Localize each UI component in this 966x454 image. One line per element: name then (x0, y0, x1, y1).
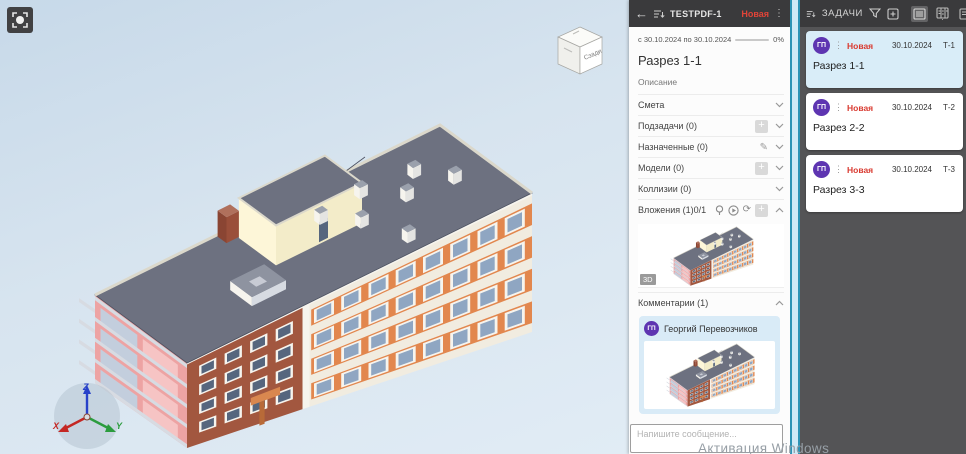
3d-viewport[interactable]: Сзади Z X Y (0, 0, 630, 454)
view-cube[interactable]: Сзади (551, 24, 609, 80)
edit-icon[interactable]: ✎ (760, 142, 768, 153)
status-badge: Новая (741, 9, 769, 19)
task-card-title: Разрез 3-3 (813, 184, 956, 196)
section-models[interactable]: Модели (0) + (638, 157, 784, 178)
section-subtasks[interactable]: Подзадачи (0) + (638, 115, 784, 136)
avatar: ГП (813, 99, 830, 116)
sync-icon[interactable]: ⟳ (743, 205, 751, 215)
comment-item[interactable]: ГП Георгий Перевозчиков (639, 316, 780, 414)
task-detail-title: TESTPDF-1 (670, 9, 722, 19)
attachment-thumbnail[interactable]: 3D (638, 224, 784, 288)
axis-y-label: Y (116, 421, 123, 431)
chevron-up-icon[interactable] (775, 207, 784, 213)
sort-icon[interactable] (806, 9, 816, 19)
section-comments[interactable]: Комментарии (1) (638, 292, 784, 313)
add-model-button[interactable]: + (755, 162, 768, 175)
task-card-1[interactable]: ГП ⋮ Новая 30.10.2024 Т-1 Разрез 1-1 (806, 31, 963, 88)
task-card-title: Разрез 2-2 (813, 122, 956, 134)
fit-view-button[interactable] (7, 7, 33, 33)
task-detail-body: с 30.10.2024 по 30.10.2024 0% Разрез 1-1… (629, 27, 790, 454)
add-task-button[interactable] (887, 8, 899, 20)
task-date: 30.10.2024 (892, 165, 932, 174)
more-menu-button[interactable]: ⋮ (774, 9, 784, 19)
task-date: 30.10.2024 (892, 103, 932, 112)
axis-z-label: Z (82, 382, 89, 392)
pin-location-icon[interactable] (715, 205, 724, 216)
add-attachment-button[interactable]: + (755, 204, 768, 217)
avatar: ГП (644, 321, 659, 336)
task-detail-panel: ← TESTPDF-1 Новая ⋮ с 30.10.2024 по 30.1… (629, 0, 790, 454)
axis-x-label: X (52, 421, 60, 431)
chevron-down-icon[interactable] (775, 144, 784, 150)
card-menu-icon[interactable]: ⋮ (834, 165, 843, 174)
list-view-button[interactable] (911, 6, 928, 22)
status-badge: Новая (847, 103, 873, 113)
chevron-down-icon[interactable] (775, 165, 784, 171)
tasks-header: ЗАДАЧИ (800, 0, 966, 27)
tasks-panel: ЗАДАЧИ ГП ⋮ Новая 30.10.2024 (800, 0, 966, 454)
progress-bar (735, 39, 769, 41)
comment-image[interactable] (644, 341, 775, 409)
chevron-down-icon[interactable] (775, 102, 784, 108)
task-id: Т-1 (943, 41, 955, 50)
focus-icon (11, 11, 29, 29)
board-view-button[interactable] (934, 5, 951, 22)
card-menu-icon[interactable]: ⋮ (834, 103, 843, 112)
sort-icon[interactable] (653, 9, 665, 19)
task-card-3[interactable]: ГП ⋮ Новая 30.10.2024 Т-3 Разрез 3-3 (806, 155, 963, 212)
task-detail-header: ← TESTPDF-1 Новая ⋮ (629, 0, 790, 27)
app-window: Сзади Z X Y ← TESTPDF-1 Новая ⋮ (0, 0, 966, 454)
chevron-down-icon[interactable] (775, 123, 784, 129)
task-id: Т-3 (943, 165, 955, 174)
task-card-title: Разрез 1-1 (813, 60, 956, 72)
task-card-2[interactable]: ГП ⋮ Новая 30.10.2024 Т-2 Разрез 2-2 (806, 93, 963, 150)
play-icon[interactable] (728, 205, 739, 216)
avatar: ГП (813, 161, 830, 178)
comment-author: Георгий Перевозчиков (664, 324, 758, 334)
chevron-down-icon[interactable] (775, 186, 784, 192)
calendar-view-button[interactable] (957, 6, 966, 22)
section-assignees[interactable]: Назначенные (0) ✎ (638, 136, 784, 157)
task-date: 30.10.2024 (892, 41, 932, 50)
chevron-up-icon[interactable] (775, 300, 784, 306)
3d-badge: 3D (640, 274, 656, 285)
section-attachments[interactable]: Вложения (1)0/1 ⟳ + (638, 199, 784, 220)
axis-gizmo[interactable]: Z X Y (50, 380, 124, 454)
date-range: с 30.10.2024 по 30.10.2024 (638, 35, 731, 44)
status-badge: Новая (847, 41, 873, 51)
description-label: Описание (638, 77, 784, 87)
progress-value: 0% (773, 35, 784, 44)
tasks-title: ЗАДАЧИ (822, 8, 863, 19)
task-title: Разрез 1-1 (638, 53, 784, 68)
task-list: ГП ⋮ Новая 30.10.2024 Т-1 Разрез 1-1 ГП … (800, 27, 966, 212)
back-button[interactable]: ← (635, 7, 648, 20)
section-estimate[interactable]: Смета (638, 94, 784, 115)
add-subtask-button[interactable]: + (755, 120, 768, 133)
task-id: Т-2 (943, 103, 955, 112)
status-badge: Новая (847, 165, 873, 175)
section-collisions[interactable]: Коллизии (0) (638, 178, 784, 199)
date-progress-row: с 30.10.2024 по 30.10.2024 0% (638, 35, 784, 44)
filter-icon[interactable] (869, 8, 881, 19)
avatar: ГП (813, 37, 830, 54)
windows-activation-watermark: Активация Windows (698, 441, 829, 454)
card-menu-icon[interactable]: ⋮ (834, 41, 843, 50)
panel-divider-scrollbar[interactable] (790, 0, 800, 454)
